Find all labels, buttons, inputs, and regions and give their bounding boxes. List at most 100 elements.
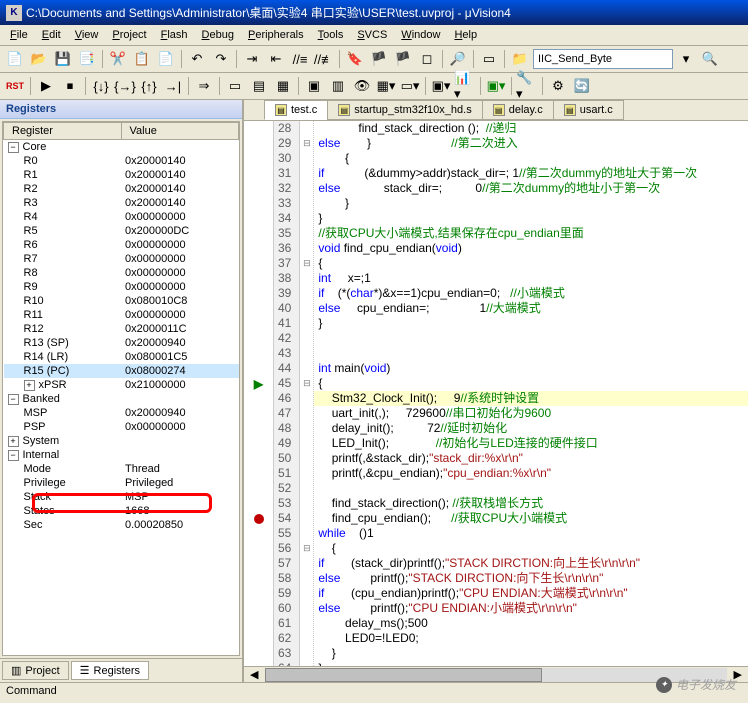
scroll-left-icon[interactable]: ◀	[244, 668, 264, 681]
toolbox-icon[interactable]: 🔧▾	[516, 75, 538, 97]
file-tab[interactable]: ▤test.c	[264, 100, 328, 120]
step-over-icon[interactable]: {→}	[114, 75, 136, 97]
trace-window-icon[interactable]: 📊▾	[454, 75, 476, 97]
register-row[interactable]: R40x00000000	[4, 210, 239, 224]
col-register[interactable]: Register	[4, 123, 122, 140]
register-row[interactable]: PrivilegePrivileged	[4, 476, 239, 490]
menu-debug[interactable]: Debug	[196, 27, 240, 43]
system-viewer-icon[interactable]: ▣▾	[485, 75, 507, 97]
register-row[interactable]: +System	[4, 434, 239, 448]
register-row[interactable]: +xPSR0x21000000	[4, 378, 239, 392]
register-row[interactable]: −Core	[4, 140, 239, 155]
register-row[interactable]: R100x080010C8	[4, 294, 239, 308]
horizontal-scrollbar[interactable]: ◀ ▶	[244, 666, 748, 682]
bookmark-clear-icon[interactable]: ◻	[416, 48, 438, 70]
step-out-icon[interactable]: {↑}	[138, 75, 160, 97]
step-into-icon[interactable]: {↓}	[90, 75, 112, 97]
file-tab[interactable]: ▤delay.c	[482, 100, 554, 120]
search-go-icon[interactable]: 🔍	[699, 48, 721, 70]
register-row[interactable]: R14 (LR)0x080001C5	[4, 350, 239, 364]
file-tab[interactable]: ▤usart.c	[553, 100, 624, 120]
comment-icon[interactable]: //≡	[289, 48, 311, 70]
register-row[interactable]: R15 (PC)0x08000274	[4, 364, 239, 378]
bookmark-prev-icon[interactable]: 🏴	[368, 48, 390, 70]
registers-table[interactable]: Register Value −CoreR00x20000140R10x2000…	[2, 121, 240, 656]
menu-edit[interactable]: Edit	[36, 27, 67, 43]
debug-pane-icon[interactable]: ▭	[478, 48, 500, 70]
menu-file[interactable]: File	[4, 27, 34, 43]
code-editor[interactable]: ▶ 28293031323334353637383940414243444546…	[244, 121, 748, 666]
show-next-icon[interactable]: ⇒	[193, 75, 215, 97]
tab-project[interactable]: ▥Project	[2, 661, 69, 680]
exec-pointer-icon: ▶	[254, 377, 263, 391]
bookmark-icon[interactable]: 🔖	[344, 48, 366, 70]
register-row[interactable]: R80x00000000	[4, 266, 239, 280]
register-row[interactable]: R110x00000000	[4, 308, 239, 322]
register-row[interactable]: −Internal	[4, 448, 239, 462]
search-folder-icon[interactable]: 📁	[509, 48, 531, 70]
register-row[interactable]: R20x20000140	[4, 182, 239, 196]
col-value[interactable]: Value	[121, 123, 239, 140]
stop-icon[interactable]: ⏹	[59, 75, 81, 97]
update-windows-icon[interactable]: 🔄	[571, 75, 593, 97]
register-row[interactable]: R60x00000000	[4, 238, 239, 252]
register-row[interactable]: PSP0x00000000	[4, 420, 239, 434]
register-row[interactable]: StackMSP	[4, 490, 239, 504]
register-row[interactable]: R120x2000011C	[4, 322, 239, 336]
menu-svcs[interactable]: SVCS	[351, 27, 393, 43]
paste-icon[interactable]: 📄	[155, 48, 177, 70]
search-input[interactable]	[533, 49, 673, 69]
menu-window[interactable]: Window	[395, 27, 446, 43]
redo-icon[interactable]: ↷	[210, 48, 232, 70]
run-icon[interactable]: ▶	[35, 75, 57, 97]
new-file-icon[interactable]: 📄	[4, 48, 26, 70]
tab-registers[interactable]: ☰Registers	[71, 661, 149, 680]
register-row[interactable]: MSP0x20000940	[4, 406, 239, 420]
save-icon[interactable]: 💾	[52, 48, 74, 70]
menu-help[interactable]: Help	[448, 27, 483, 43]
save-all-icon[interactable]: 📑	[76, 48, 98, 70]
register-row[interactable]: R00x20000140	[4, 154, 239, 168]
register-row[interactable]: R13 (SP)0x20000940	[4, 336, 239, 350]
scroll-right-icon[interactable]: ▶	[728, 668, 748, 681]
registers-window-icon[interactable]: ▣	[303, 75, 325, 97]
register-row[interactable]: R10x20000140	[4, 168, 239, 182]
analysis-window-icon[interactable]: ▣▾	[430, 75, 452, 97]
debug-settings-icon[interactable]: ⚙	[547, 75, 569, 97]
command-window-icon[interactable]: ▭	[224, 75, 246, 97]
disasm-window-icon[interactable]: ▤	[248, 75, 270, 97]
symbol-window-icon[interactable]: ▦	[272, 75, 294, 97]
register-row[interactable]: R70x00000000	[4, 252, 239, 266]
serial-window-icon[interactable]: ▭▾	[399, 75, 421, 97]
register-row[interactable]: States1668	[4, 504, 239, 518]
breakpoint-icon[interactable]	[254, 514, 264, 524]
bookmark-next-icon[interactable]: 🏴	[392, 48, 414, 70]
find-icon[interactable]: 🔎	[447, 48, 469, 70]
menu-peripherals[interactable]: Peripherals	[242, 27, 310, 43]
watch-window-icon[interactable]: 👁	[351, 75, 373, 97]
open-file-icon[interactable]: 📂	[28, 48, 50, 70]
undo-icon[interactable]: ↶	[186, 48, 208, 70]
outdent-icon[interactable]: ⇤	[265, 48, 287, 70]
copy-icon[interactable]: 📋	[131, 48, 153, 70]
register-row[interactable]: R30x20000140	[4, 196, 239, 210]
menu-flash[interactable]: Flash	[155, 27, 194, 43]
uncomment-icon[interactable]: //≢	[313, 48, 335, 70]
memory-window-icon[interactable]: ▦▾	[375, 75, 397, 97]
register-row[interactable]: R90x00000000	[4, 280, 239, 294]
register-row[interactable]: −Banked	[4, 392, 239, 406]
callstack-window-icon[interactable]: ▥	[327, 75, 349, 97]
toolbar-main: 📄 📂 💾 📑 ✂️ 📋 📄 ↶ ↷ ⇥ ⇤ //≡ //≢ 🔖 🏴 🏴 ◻ 🔎…	[0, 46, 748, 73]
file-tab[interactable]: ▤startup_stm32f10x_hd.s	[327, 100, 482, 120]
run-to-cursor-icon[interactable]: →|	[162, 75, 184, 97]
cut-icon[interactable]: ✂️	[107, 48, 129, 70]
register-row[interactable]: ModeThread	[4, 462, 239, 476]
indent-icon[interactable]: ⇥	[241, 48, 263, 70]
menu-tools[interactable]: Tools	[312, 27, 350, 43]
search-dropdown-icon[interactable]: ▾	[675, 48, 697, 70]
register-row[interactable]: Sec0.00020850	[4, 518, 239, 532]
menu-project[interactable]: Project	[106, 27, 152, 43]
register-row[interactable]: R50x200000DC	[4, 224, 239, 238]
reset-icon[interactable]: RST	[4, 75, 26, 97]
menu-view[interactable]: View	[69, 27, 105, 43]
